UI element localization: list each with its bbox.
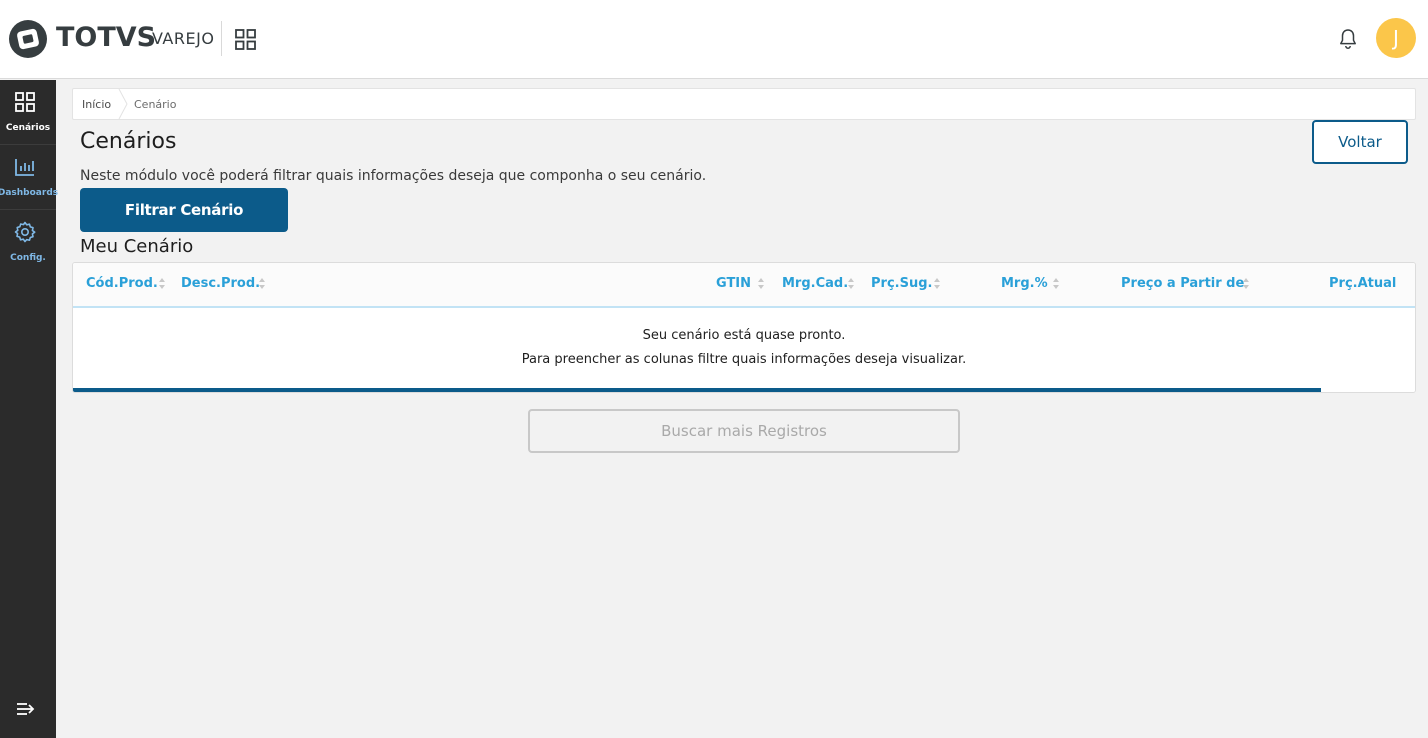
column-header-prc-sug[interactable]: Prç.Sug.	[871, 276, 932, 292]
page-title: Cenários	[80, 129, 177, 154]
breadcrumb-home-link[interactable]: Início	[82, 98, 111, 112]
column-header-prc-atual[interactable]: Prç.Atual	[1329, 276, 1396, 292]
grid-icon	[15, 92, 35, 112]
column-header-gtin[interactable]: GTIN	[716, 276, 751, 292]
sort-icon[interactable]	[758, 278, 764, 289]
breadcrumb-separator-icon	[118, 89, 128, 119]
filter-scenario-button[interactable]: Filtrar Cenário	[80, 188, 288, 232]
sidebar-item-label: Dashboards	[0, 188, 59, 198]
sidebar-item-dashboards[interactable]: Dashboards	[0, 145, 58, 210]
top-header: TOTVS VAREJO J	[0, 0, 1428, 79]
column-header-mrg-pct[interactable]: Mrg.%	[1001, 276, 1048, 292]
bar-chart-icon	[15, 159, 34, 176]
sidebar-item-label: Cenários	[5, 123, 51, 133]
sort-icon[interactable]	[1053, 278, 1059, 289]
back-button[interactable]: Voltar	[1312, 120, 1408, 164]
expand-menu-icon[interactable]	[15, 700, 37, 718]
loading-progress-fill	[73, 388, 1322, 392]
empty-state-line-1: Seu cenário está quase pronto.	[642, 328, 846, 343]
page-description: Neste módulo você poderá filtrar quais i…	[80, 168, 707, 184]
header-divider	[221, 21, 222, 56]
breadcrumb-current: Cenário	[134, 98, 177, 111]
column-header-preco-a-partir[interactable]: Preço a Partir de	[1121, 276, 1244, 292]
section-title: Meu Cenário	[80, 236, 194, 257]
user-avatar[interactable]: J	[1376, 18, 1416, 58]
empty-state-line-2: Para preencher as colunas filtre quais i…	[521, 352, 967, 367]
sort-icon[interactable]	[1243, 278, 1249, 289]
brand-name: TOTVS	[56, 22, 157, 53]
loading-progress-bar	[73, 388, 1415, 392]
sort-icon[interactable]	[848, 278, 854, 289]
sort-icon[interactable]	[934, 278, 940, 289]
column-header-mrg-cad[interactable]: Mrg.Cad.	[782, 276, 848, 292]
bell-icon[interactable]	[1336, 27, 1360, 51]
load-more-button[interactable]: Buscar mais Registros	[528, 409, 960, 453]
sidebar-item-config[interactable]: Config.	[0, 210, 56, 275]
sidebar: Cenários Dashboards Config.	[0, 80, 58, 738]
totvs-logo-icon	[9, 20, 47, 58]
sidebar-item-cenarios[interactable]: Cenários	[0, 80, 56, 145]
table-header: Cód.Prod. Desc.Prod. GTIN Mrg.Cad. Prç.S…	[73, 263, 1415, 308]
scenario-table: Cód.Prod. Desc.Prod. GTIN Mrg.Cad. Prç.S…	[72, 262, 1416, 393]
sidebar-item-label: Config.	[10, 253, 46, 263]
breadcrumb: Início Cenário	[72, 88, 1416, 120]
column-header-desc-prod[interactable]: Desc.Prod.	[181, 276, 260, 292]
column-header-cod-prod[interactable]: Cód.Prod.	[86, 276, 158, 292]
sort-icon[interactable]	[159, 278, 165, 289]
gear-icon	[14, 221, 36, 243]
brand-product: VAREJO	[152, 29, 215, 48]
sort-icon[interactable]	[259, 278, 265, 289]
apps-grid-icon[interactable]	[234, 28, 257, 51]
